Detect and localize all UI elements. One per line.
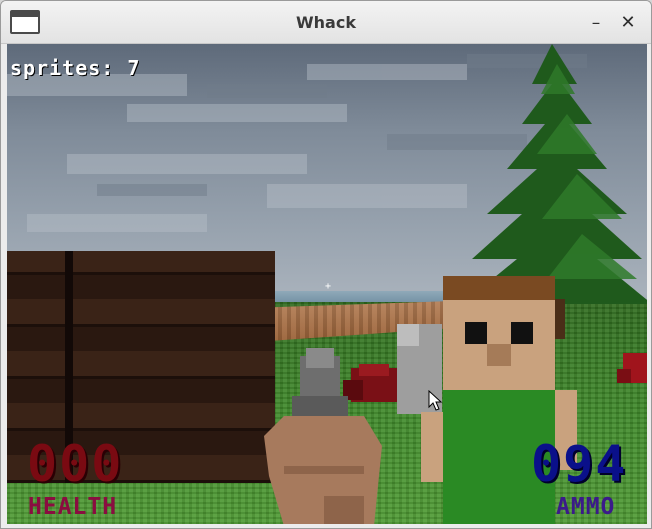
- crosshair: +: [325, 281, 332, 292]
- pistol-hand-sprite: [264, 348, 382, 524]
- ammo-value: 094: [531, 435, 628, 493]
- window-title: Whack: [296, 13, 356, 32]
- app-window: Whack – ✕ + sprites: 7 000 HEALTH 094 AM…: [0, 0, 652, 529]
- sprite-count-overlay: sprites: 7: [10, 56, 141, 80]
- health-label: HEALTH: [28, 494, 118, 520]
- red-object-sprite-far: [617, 353, 647, 383]
- mouse-pointer-icon: [428, 390, 442, 411]
- health-value: 000: [27, 435, 124, 493]
- minimize-button[interactable]: –: [584, 11, 608, 35]
- ammo-label: AMMO: [556, 494, 616, 520]
- title-bar[interactable]: Whack – ✕: [1, 1, 651, 44]
- game-viewport[interactable]: + sprites: 7 000 HEALTH 094 AMMO: [7, 44, 647, 524]
- close-button[interactable]: ✕: [616, 11, 640, 35]
